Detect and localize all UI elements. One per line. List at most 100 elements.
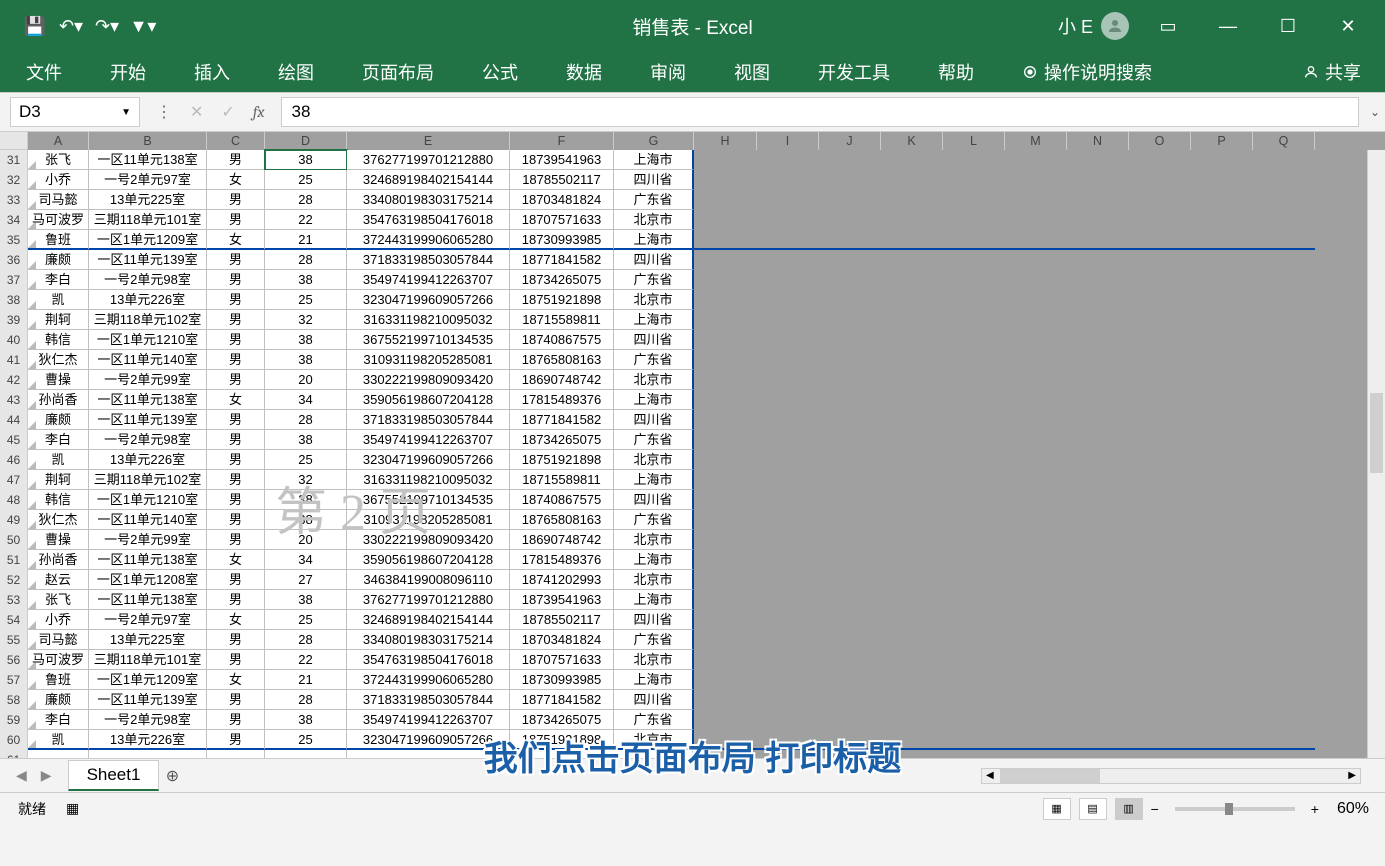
cell[interactable] bbox=[694, 150, 757, 170]
cell[interactable] bbox=[757, 190, 819, 210]
cell[interactable] bbox=[757, 650, 819, 670]
cell[interactable] bbox=[943, 210, 1005, 230]
cell[interactable]: 一区11单元139室 bbox=[89, 690, 207, 710]
cell[interactable]: 18690748742 bbox=[510, 370, 614, 390]
cell[interactable]: 男 bbox=[207, 530, 265, 550]
cell[interactable]: 一区1单元1209室 bbox=[89, 230, 207, 250]
cell[interactable] bbox=[1129, 330, 1191, 350]
cell[interactable] bbox=[943, 290, 1005, 310]
cell[interactable]: 凯 bbox=[28, 730, 89, 750]
cell[interactable]: 凯 bbox=[28, 290, 89, 310]
cell[interactable]: 男 bbox=[207, 310, 265, 330]
cell[interactable] bbox=[1129, 590, 1191, 610]
cell[interactable]: 一区11单元138室 bbox=[89, 590, 207, 610]
cell[interactable] bbox=[1191, 750, 1253, 758]
cell[interactable]: 28 bbox=[265, 410, 347, 430]
cell[interactable] bbox=[1067, 670, 1129, 690]
row-header[interactable]: 33 bbox=[0, 190, 28, 210]
vscroll-thumb[interactable] bbox=[1370, 393, 1383, 473]
cell[interactable] bbox=[1253, 730, 1315, 750]
row-header[interactable]: 57 bbox=[0, 670, 28, 690]
cell[interactable] bbox=[943, 570, 1005, 590]
cell[interactable] bbox=[757, 490, 819, 510]
cell[interactable] bbox=[1005, 410, 1067, 430]
cell[interactable]: 18771841582 bbox=[510, 410, 614, 430]
cell[interactable]: 316331198210095032 bbox=[347, 310, 510, 330]
cell[interactable]: 四川省 bbox=[614, 490, 694, 510]
cell[interactable]: 18741202993 bbox=[510, 570, 614, 590]
view-normal-icon[interactable]: ▦ bbox=[1043, 798, 1071, 820]
cell[interactable]: 张飞 bbox=[28, 590, 89, 610]
cell[interactable] bbox=[1253, 750, 1315, 758]
cell[interactable]: 310931198205285081 bbox=[347, 510, 510, 530]
cell[interactable] bbox=[881, 550, 943, 570]
cell[interactable] bbox=[1129, 430, 1191, 450]
cell[interactable] bbox=[819, 470, 881, 490]
cell[interactable] bbox=[1129, 710, 1191, 730]
cell[interactable] bbox=[881, 690, 943, 710]
cell[interactable] bbox=[1129, 550, 1191, 570]
column-header-O[interactable]: O bbox=[1129, 132, 1191, 150]
cell[interactable]: 男 bbox=[207, 630, 265, 650]
cell[interactable]: 男 bbox=[207, 570, 265, 590]
cell[interactable] bbox=[1129, 470, 1191, 490]
zoom-level[interactable]: 60% bbox=[1337, 800, 1369, 818]
cell[interactable]: 32 bbox=[265, 310, 347, 330]
cell[interactable] bbox=[1067, 310, 1129, 330]
cell[interactable] bbox=[1005, 290, 1067, 310]
cell[interactable]: 一区11单元139室 bbox=[89, 250, 207, 270]
cell[interactable]: 一区11单元138室 bbox=[89, 390, 207, 410]
cell[interactable]: 376277199701212880 bbox=[347, 590, 510, 610]
cell[interactable] bbox=[881, 430, 943, 450]
cell[interactable]: 18751921898 bbox=[510, 730, 614, 750]
cell[interactable] bbox=[1253, 650, 1315, 670]
sheet-nav-prev-icon[interactable]: ◀ bbox=[16, 767, 27, 784]
cell[interactable]: 男 bbox=[207, 250, 265, 270]
cell[interactable]: 一区1单元1208室 bbox=[89, 570, 207, 590]
cell[interactable] bbox=[1067, 550, 1129, 570]
cell[interactable] bbox=[757, 250, 819, 270]
cell[interactable] bbox=[819, 150, 881, 170]
cell[interactable] bbox=[1191, 330, 1253, 350]
view-page-layout-icon[interactable]: ▤ bbox=[1079, 798, 1107, 820]
cell[interactable] bbox=[881, 410, 943, 430]
cell[interactable] bbox=[1129, 170, 1191, 190]
cell[interactable] bbox=[1129, 350, 1191, 370]
cell[interactable]: 367552199710134535 bbox=[347, 330, 510, 350]
cell[interactable] bbox=[1191, 570, 1253, 590]
cell[interactable] bbox=[1191, 690, 1253, 710]
hscroll-right-icon[interactable]: ▶ bbox=[1348, 770, 1356, 781]
cell[interactable] bbox=[694, 270, 757, 290]
cell[interactable] bbox=[881, 270, 943, 290]
cell[interactable]: 354974199412263707 bbox=[347, 710, 510, 730]
cell[interactable] bbox=[819, 350, 881, 370]
cell[interactable] bbox=[1005, 450, 1067, 470]
cell[interactable]: 一号2单元98室 bbox=[89, 270, 207, 290]
zoom-slider[interactable] bbox=[1175, 807, 1295, 811]
cell[interactable] bbox=[757, 750, 819, 758]
cell[interactable] bbox=[943, 330, 1005, 350]
horizontal-scrollbar[interactable]: ◀ ▶ bbox=[981, 768, 1361, 784]
formula-expand-icon[interactable]: ⌄ bbox=[1365, 105, 1385, 119]
cell[interactable]: 上海市 bbox=[614, 470, 694, 490]
cell[interactable]: 18734265075 bbox=[510, 430, 614, 450]
cell[interactable]: 一号2单元97室 bbox=[89, 170, 207, 190]
column-header-D[interactable]: D bbox=[265, 132, 347, 150]
cell[interactable] bbox=[694, 370, 757, 390]
cell[interactable] bbox=[881, 490, 943, 510]
cell[interactable]: 男 bbox=[207, 330, 265, 350]
cell[interactable]: 27 bbox=[265, 570, 347, 590]
cell[interactable] bbox=[1253, 690, 1315, 710]
cell[interactable] bbox=[1191, 490, 1253, 510]
row-header[interactable]: 48 bbox=[0, 490, 28, 510]
cell[interactable] bbox=[1129, 750, 1191, 758]
cell[interactable]: 18751921898 bbox=[510, 450, 614, 470]
cell[interactable]: 359056198607204128 bbox=[347, 390, 510, 410]
cell[interactable] bbox=[1253, 390, 1315, 410]
column-header-G[interactable]: G bbox=[614, 132, 694, 150]
cell[interactable] bbox=[694, 210, 757, 230]
ribbon-tab-page-layout[interactable]: 页面布局 bbox=[356, 55, 440, 89]
cell[interactable] bbox=[1005, 650, 1067, 670]
cell[interactable] bbox=[1129, 610, 1191, 630]
cell[interactable]: 司马懿 bbox=[28, 190, 89, 210]
